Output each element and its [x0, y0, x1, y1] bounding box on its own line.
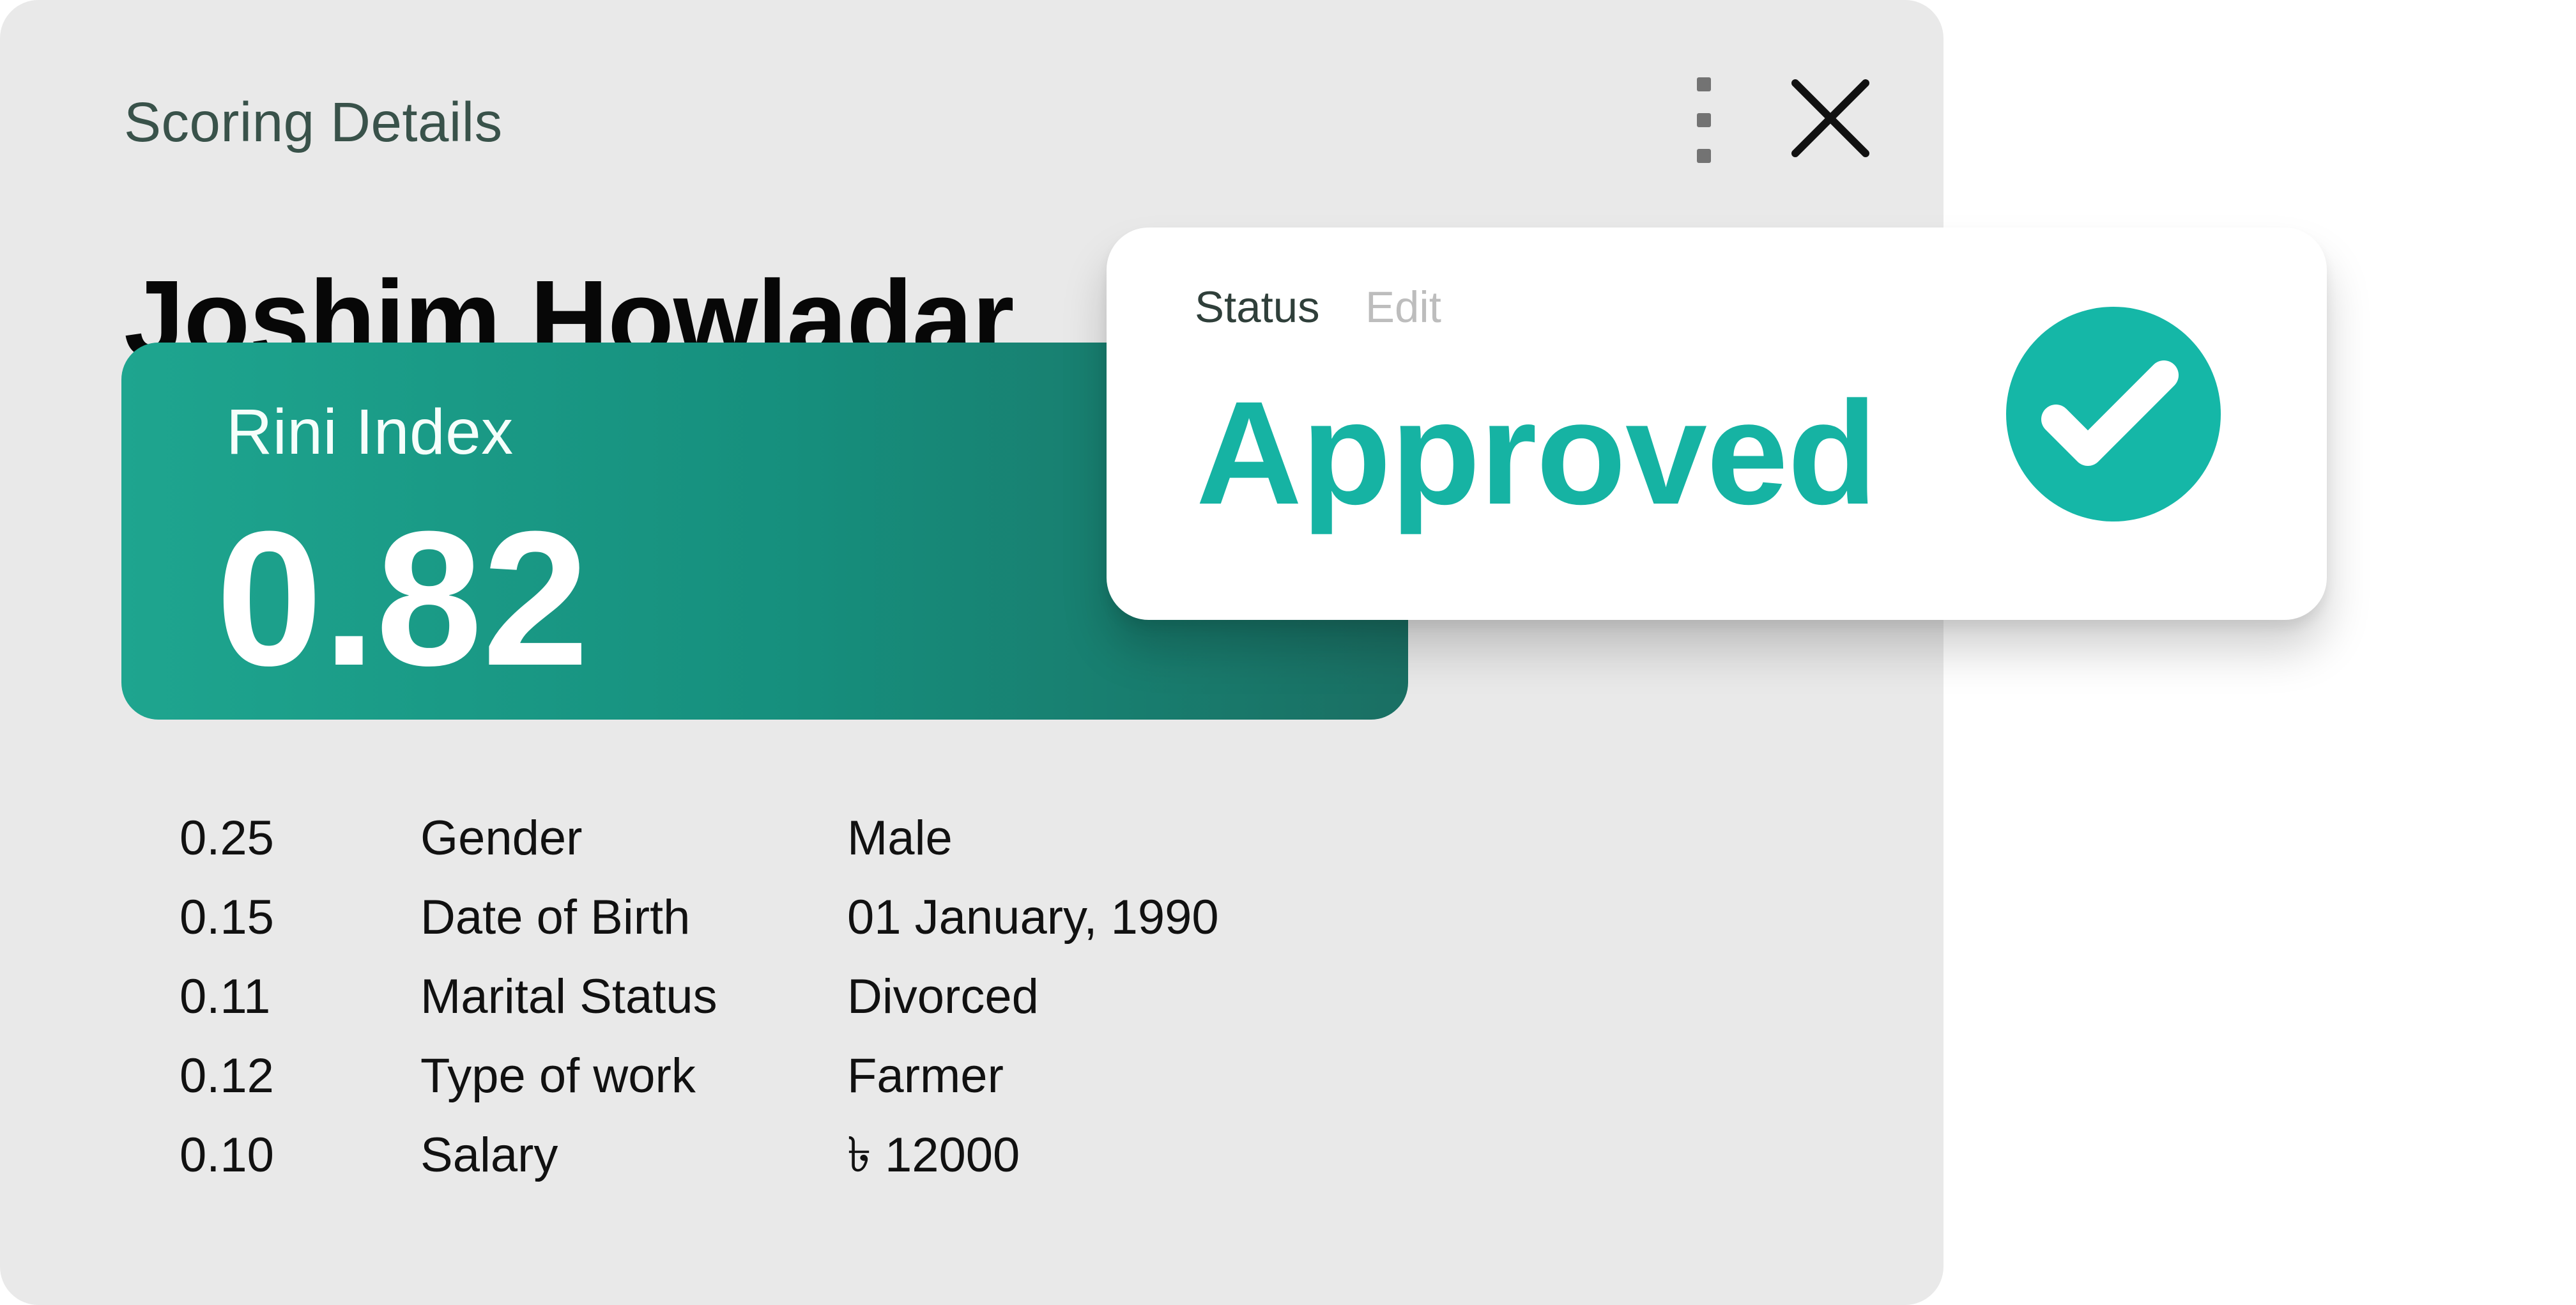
section-eyebrow: Scoring Details [124, 91, 503, 153]
detail-label: Gender [420, 811, 583, 865]
detail-value: Farmer [847, 1049, 1004, 1103]
menu-dot [1697, 149, 1711, 163]
detail-row-type-of-work: 0.12 Type of work Farmer [180, 1044, 1330, 1124]
scoring-details-card: Scoring Details Joshim Howladar Rini Ind… [0, 0, 1943, 1305]
detail-value: ৳ 12000 [847, 1128, 1020, 1182]
detail-label: Date of Birth [420, 890, 691, 945]
detail-score: 0.12 [180, 1049, 274, 1103]
detail-score: 0.11 [180, 969, 271, 1024]
rini-index-value: 0.82 [216, 491, 589, 706]
detail-label: Salary [420, 1128, 558, 1182]
menu-dot [1697, 77, 1711, 91]
checkmark-icon [2041, 360, 2179, 466]
rini-index-label: Rini Index [226, 396, 514, 468]
detail-value: Divorced [847, 969, 1039, 1024]
check-circle-icon [2006, 307, 2221, 521]
status-label: Status [1195, 282, 1320, 332]
detail-row-gender: 0.25 Gender Male [180, 807, 1330, 886]
menu-dot [1697, 113, 1711, 127]
close-icon [1791, 79, 1869, 157]
more-options-button[interactable] [1687, 73, 1719, 169]
detail-score: 0.15 [180, 890, 274, 945]
detail-row-marital-status: 0.11 Marital Status Divorced [180, 965, 1330, 1044]
scoring-screen: Scoring Details Joshim Howladar Rini Ind… [0, 0, 2576, 1305]
edit-status-button[interactable]: Edit [1365, 285, 1441, 329]
detail-row-salary: 0.10 Salary ৳ 12000 [180, 1124, 1330, 1203]
detail-value: 01 January, 1990 [847, 890, 1219, 945]
close-button[interactable] [1782, 70, 1878, 166]
detail-label: Type of work [420, 1049, 696, 1103]
detail-value: Male [847, 811, 953, 865]
scoring-details-list: 0.25 Gender Male 0.15 Date of Birth 01 J… [180, 807, 1330, 1203]
detail-score: 0.25 [180, 811, 274, 865]
detail-label: Marital Status [420, 969, 717, 1024]
detail-score: 0.10 [180, 1128, 274, 1182]
approved-status-text: Approved [1196, 371, 1877, 535]
detail-row-date-of-birth: 0.15 Date of Birth 01 January, 1990 [180, 886, 1330, 965]
status-popover: Status Edit Approved [1107, 228, 2327, 620]
